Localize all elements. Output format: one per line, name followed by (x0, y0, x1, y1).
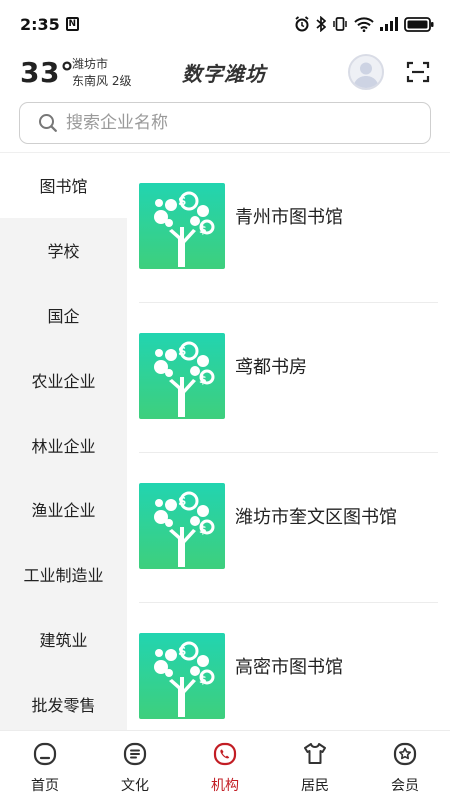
nav-label: 机构 (211, 778, 239, 794)
org-name: 高密市图书馆 (235, 657, 343, 678)
header: 33° 潍坊市 东南风 2级 数字潍坊 (0, 48, 450, 100)
sidebar-item-forestry[interactable]: 林业企业 (0, 412, 127, 477)
svg-text:$: $ (199, 223, 207, 236)
svg-text:$: $ (178, 644, 186, 658)
wind-label: 东南风 2级 (72, 74, 132, 88)
sidebar-item-agriculture[interactable]: 农业企业 (0, 347, 127, 412)
sidebar-item-state-enterprise[interactable]: 国企 (0, 283, 127, 348)
nav-label: 会员 (391, 778, 419, 794)
avatar[interactable] (348, 54, 384, 90)
bottom-nav: 首页 文化 机构 居民 会员 (0, 730, 450, 800)
search-input[interactable] (66, 113, 396, 133)
institution-icon (213, 742, 237, 766)
money-tree-icon: $ $ (139, 483, 225, 569)
svg-text:$: $ (178, 344, 186, 358)
nav-member[interactable]: 会员 (360, 731, 450, 800)
org-name: 鸢都书房 (235, 357, 307, 378)
resident-icon (304, 743, 326, 764)
culture-icon (123, 742, 147, 766)
nfc-icon: N (65, 17, 79, 31)
svg-text:$: $ (178, 494, 186, 508)
nav-label: 居民 (301, 778, 329, 794)
organization-list: $ $ 青州市图书馆 $ $ 鸢都书房 $ $ 潍坊市奎文区图书馆 $ $ 高密市图书馆 (127, 153, 450, 730)
nav-label: 首页 (31, 778, 59, 794)
svg-text:$: $ (199, 673, 207, 686)
svg-text:$: $ (199, 373, 207, 386)
money-tree-icon: $ $ (139, 333, 225, 419)
brand-title: 数字潍坊 (182, 62, 266, 86)
bluetooth-icon (316, 16, 326, 32)
alarm-icon (295, 16, 309, 32)
svg-text:$: $ (178, 194, 186, 208)
nav-resident[interactable]: 居民 (270, 731, 360, 800)
signal-icon (380, 17, 398, 31)
sidebar-item-label: 渔业企业 (31, 501, 96, 521)
list-item[interactable]: $ $ 青州市图书馆 (127, 153, 450, 303)
sidebar-item-label: 林业企业 (31, 436, 96, 456)
sidebar-item-fishery[interactable]: 渔业企业 (0, 477, 127, 542)
nav-culture[interactable]: 文化 (90, 731, 180, 800)
sidebar-item-label: 国企 (47, 306, 80, 326)
sidebar-item-library[interactable]: 图书馆 (0, 153, 127, 218)
temperature: 33° (20, 56, 75, 89)
sidebar-item-retail[interactable]: 批发零售 (0, 671, 127, 730)
list-item[interactable]: $ $ 高密市图书馆 (127, 603, 450, 730)
sidebar-item-label: 农业企业 (31, 371, 96, 391)
sidebar-item-label: 建筑业 (39, 630, 88, 650)
svg-text:$: $ (199, 523, 207, 536)
sidebar-item-label: 图书馆 (39, 177, 88, 197)
list-item[interactable]: $ $ 潍坊市奎文区图书馆 (127, 453, 450, 603)
home-icon (33, 742, 57, 766)
list-item[interactable]: $ $ 鸢都书房 (127, 303, 450, 453)
search-icon (39, 114, 57, 132)
vibrate-icon (333, 17, 347, 31)
money-tree-icon: $ $ (139, 633, 225, 719)
sidebar-item-construction[interactable]: 建筑业 (0, 607, 127, 672)
nav-home[interactable]: 首页 (0, 731, 90, 800)
category-sidebar: 图书馆 学校 国企 农业企业 林业企业 渔业企业 工业制造业 建筑业 批发零售 (0, 153, 127, 730)
city-label: 潍坊市 (72, 57, 109, 71)
sidebar-item-label: 批发零售 (31, 695, 96, 715)
sidebar-item-manufacturing[interactable]: 工业制造业 (0, 542, 127, 607)
search-bar[interactable] (19, 102, 431, 144)
nav-label: 文化 (121, 778, 149, 794)
nav-institution[interactable]: 机构 (180, 731, 270, 800)
battery-icon (404, 16, 434, 32)
status-time: 2:35 (20, 14, 60, 34)
org-name: 青州市图书馆 (235, 207, 343, 228)
money-tree-icon: $ $ (139, 183, 225, 269)
scan-icon[interactable] (406, 60, 430, 84)
status-bar: 2:35 N (0, 0, 450, 48)
weather-info: 潍坊市 东南风 2级 (72, 56, 131, 90)
org-name: 潍坊市奎文区图书馆 (235, 507, 397, 528)
sidebar-item-label: 工业制造业 (23, 566, 104, 586)
member-icon (393, 742, 417, 766)
user-avatar-icon (353, 62, 379, 88)
wifi-icon (354, 17, 374, 32)
sidebar-item-label: 学校 (47, 242, 80, 262)
sidebar-item-school[interactable]: 学校 (0, 218, 127, 283)
